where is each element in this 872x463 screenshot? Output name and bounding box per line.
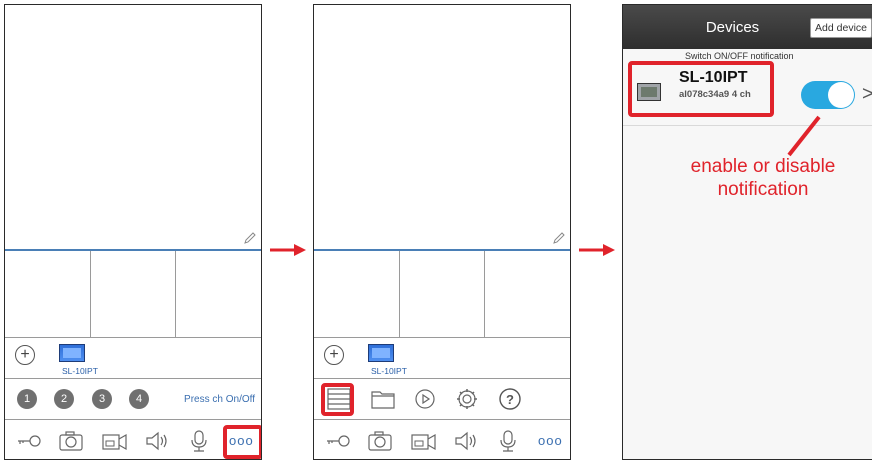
bottom-toolbar: ooo (314, 420, 570, 459)
main-video-view[interactable] (5, 5, 261, 251)
add-icon[interactable]: + (15, 345, 35, 365)
chevron-right-icon[interactable]: > (862, 83, 872, 106)
playback-icon[interactable] (412, 386, 438, 412)
device-thumbnail-icon[interactable] (368, 344, 394, 362)
settings-gear-icon[interactable] (454, 386, 480, 412)
channel-2-button[interactable]: 2 (54, 389, 74, 409)
speaker-icon[interactable] (452, 430, 480, 452)
add-icon[interactable]: + (324, 345, 344, 365)
video-cell[interactable] (91, 251, 177, 337)
video-grid (5, 251, 261, 338)
help-icon[interactable]: ? (497, 386, 523, 412)
main-video-view[interactable] (314, 5, 570, 251)
camera-icon[interactable] (366, 430, 394, 452)
flow-arrow-icon (270, 244, 306, 256)
devices-header: Devices Add device (623, 5, 872, 49)
device-row: + SL-10IPT (314, 338, 570, 379)
edit-icon[interactable] (552, 231, 566, 245)
annotation-line-2: notification (717, 179, 809, 200)
video-cell[interactable] (176, 251, 261, 337)
video-cell[interactable] (5, 251, 91, 337)
device-label: SL-10IPT (62, 366, 98, 376)
device-label: SL-10IPT (371, 366, 407, 376)
folder-icon[interactable] (370, 386, 396, 412)
annotation-pointer (787, 115, 821, 157)
video-cell[interactable] (485, 251, 570, 337)
toggle-knob (828, 82, 854, 108)
notification-toggle[interactable] (801, 81, 855, 109)
svg-text:?: ? (506, 392, 514, 407)
key-icon[interactable] (324, 430, 352, 452)
device-thumbnail-icon[interactable] (59, 344, 85, 362)
record-video-icon[interactable] (409, 430, 437, 452)
annotation-line-1: enable or disable (690, 156, 836, 177)
speaker-icon[interactable] (143, 430, 171, 452)
edit-icon[interactable] (243, 231, 257, 245)
more-icon[interactable]: ooo (538, 433, 563, 448)
channel-1-button[interactable]: 1 (17, 389, 37, 409)
microphone-icon[interactable] (185, 430, 213, 452)
live-view-screen: + SL-10IPT 1 2 3 4 Press ch On/Off ooo (4, 4, 262, 460)
video-cell[interactable] (314, 251, 400, 337)
channel-row: 1 2 3 4 Press ch On/Off (5, 379, 261, 420)
switch-notification-label: Switch ON/OFF notification (685, 51, 794, 61)
key-icon[interactable] (15, 430, 43, 452)
channel-4-button[interactable]: 4 (129, 389, 149, 409)
page-title: Devices (705, 19, 760, 36)
add-device-button[interactable]: Add device (810, 18, 872, 38)
annotation-text: enable or disable notification (653, 155, 872, 201)
menu-screen: + SL-10IPT ? ooo (313, 4, 571, 460)
highlight-device-list-button (321, 383, 354, 416)
device-row: + SL-10IPT (5, 338, 261, 379)
camera-icon[interactable] (57, 430, 85, 452)
devices-screen: Devices Add device Switch ON/OFF notific… (622, 4, 872, 460)
flow-arrow-icon (579, 244, 615, 256)
channel-3-button[interactable]: 3 (92, 389, 112, 409)
video-grid (314, 251, 570, 338)
press-channel-label: Press ch On/Off (184, 394, 255, 405)
video-cell[interactable] (400, 251, 486, 337)
highlight-more-button (223, 425, 261, 459)
microphone-icon[interactable] (494, 430, 522, 452)
record-video-icon[interactable] (100, 430, 128, 452)
highlight-device-item (628, 61, 774, 117)
